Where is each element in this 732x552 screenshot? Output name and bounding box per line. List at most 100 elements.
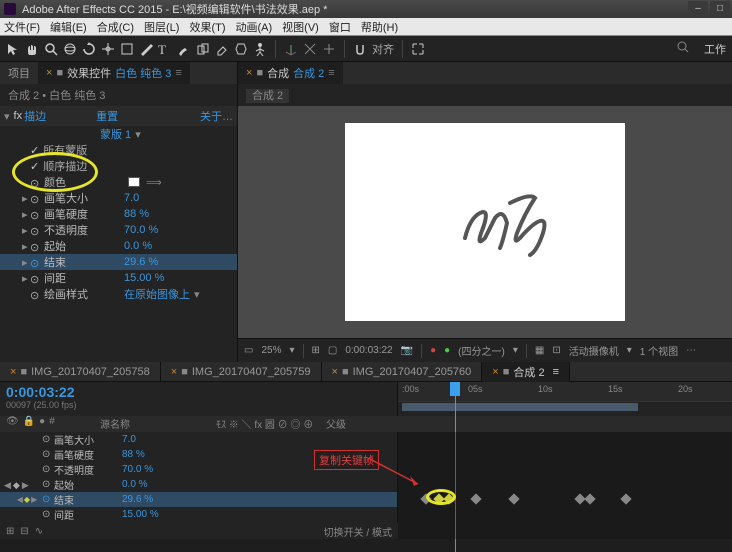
work-area-bar[interactable] [402,403,638,411]
pen-tool-icon[interactable] [139,42,153,56]
selection-tool-icon[interactable] [6,42,20,56]
workspace-label[interactable]: 工作 [704,41,726,57]
tl-tab-1[interactable]: ×■IMG_20170407_205759 [161,362,322,382]
menu-anim[interactable]: 动画(A) [236,19,273,35]
tl-tab-0[interactable]: ×■IMG_20170407_205758 [0,362,161,382]
roto-tool-icon[interactable] [234,42,248,56]
tab-menu-icon[interactable]: ≡ [175,67,181,79]
keyframe[interactable] [620,493,631,504]
orbit-tool-icon[interactable] [63,42,77,56]
brush-hard-val[interactable]: 88 % [124,208,149,220]
stopwatch-icon[interactable]: ⊙ [42,494,52,505]
stopwatch-icon[interactable]: ⊙ [42,479,52,490]
toggle-icon[interactable]: ⊞ [6,526,14,537]
vf-more-icon[interactable]: ⋯ [686,345,696,356]
axis3-icon[interactable] [322,42,336,56]
spacing-val[interactable]: 15.00 % [124,272,164,284]
stopwatch-icon[interactable]: ⊙ [42,434,52,445]
grid-icon[interactable]: ⊞ [312,345,320,356]
channel-icon[interactable]: ● [430,345,436,356]
toggle-switches[interactable]: 切换开关 / 模式 [324,524,392,539]
fit-icon[interactable]: ▭ [244,345,253,356]
brush-tool-icon[interactable] [177,42,191,56]
region-icon[interactable]: ⊡ [552,345,560,356]
view-icon[interactable]: ▦ [535,345,544,356]
zoom-value[interactable]: 25% [261,345,281,356]
mask-icon[interactable]: ▢ [328,345,337,356]
time-ruler[interactable]: :00s 05s 10s 15s 20s [398,382,732,402]
stopwatch-icon[interactable]: ⊙ [30,193,40,203]
color-swatch[interactable] [128,177,140,187]
anchor-tool-icon[interactable] [101,42,115,56]
keyframe[interactable] [470,493,481,504]
tab-composition[interactable]: × ■ 合成 合成 2 ≡ [238,62,343,84]
snapshot-icon[interactable]: 📷 [401,345,413,356]
time-display[interactable]: 0:00:03:22 [345,345,392,356]
viewer[interactable] [238,106,732,338]
snap-icon[interactable] [353,42,367,56]
paint-style-val[interactable]: 在原始图像上 [124,286,190,302]
menu-effect[interactable]: 效果(T) [189,19,225,35]
stopwatch-icon[interactable]: ⊙ [30,257,40,267]
menu-layer[interactable]: 图层(L) [144,19,179,35]
hand-tool-icon[interactable] [25,42,39,56]
menu-comp[interactable]: 合成(C) [97,19,134,35]
views-dropdown[interactable]: 1 个视图 [640,343,678,358]
timeline-tracks[interactable] [398,432,732,539]
res-dropdown[interactable]: (四分之一) [458,343,505,358]
menu-view[interactable]: 视图(V) [282,19,319,35]
minimize-button[interactable]: – [688,1,708,15]
text-tool-icon[interactable]: T [158,42,172,56]
stopwatch-icon[interactable]: ⊙ [42,449,52,460]
tab-project[interactable]: 项目 [0,62,38,84]
keyframe[interactable] [584,493,595,504]
menu-window[interactable]: 窗口 [329,19,351,35]
fx-header[interactable]: ▾ fx 描边 重置 关于… [0,106,237,126]
kf-nav[interactable]: ◀◆▶ [14,495,40,504]
camera-dropdown[interactable]: 活动摄像机 [569,343,619,358]
stopwatch-icon[interactable]: ⊙ [42,464,52,475]
current-time[interactable]: 0:00:03:22 [6,384,391,400]
menu-help[interactable]: 帮助(H) [361,19,398,35]
curve-icon[interactable]: ∿ [35,526,43,537]
stopwatch-icon[interactable]: ⊙ [30,289,40,299]
end-val[interactable]: 29.6 % [124,256,158,268]
graph-icon[interactable]: ⊟ [20,526,28,537]
clone-tool-icon[interactable] [196,42,210,56]
stopwatch-icon[interactable]: ⊙ [30,241,40,251]
zoom-tool-icon[interactable] [44,42,58,56]
comp-breadcrumb[interactable]: 合成 2 [238,84,732,106]
stopwatch-icon[interactable]: ⊙ [30,273,40,283]
col-source[interactable]: 源名称 [100,416,216,432]
stopwatch-icon[interactable]: ⊙ [30,209,40,219]
search-icon-box[interactable] [676,40,696,57]
keyframe[interactable] [508,493,519,504]
stopwatch-icon[interactable]: ⊙ [42,509,52,520]
tl-tab-2[interactable]: ×■IMG_20170407_205760 [322,362,483,382]
lock-col-icon[interactable]: 🔒 [23,416,35,432]
channel2-icon[interactable]: ● [444,345,450,356]
brush-size-val[interactable]: 7.0 [124,192,139,204]
eye-col-icon[interactable]: 👁 [6,416,19,432]
shape-tool-icon[interactable] [120,42,134,56]
paint-style-label: 绘画样式 [44,286,124,302]
reset-link[interactable]: 重置 [96,108,118,124]
menu-edit[interactable]: 编辑(E) [50,19,87,35]
rotate-tool-icon[interactable] [82,42,96,56]
about-link[interactable]: 关于… [200,108,233,124]
puppet-tool-icon[interactable] [253,42,267,56]
maximize-button[interactable]: □ [710,1,730,15]
tl-tab-3[interactable]: ×■合成 2≡ [482,362,570,382]
start-val[interactable]: 0.0 % [124,240,152,252]
menu-file[interactable]: 文件(F) [4,19,40,35]
axis-icon[interactable] [284,42,298,56]
eraser-tool-icon[interactable] [215,42,229,56]
expand-icon[interactable] [411,42,425,56]
menubar: 文件(F) 编辑(E) 合成(C) 图层(L) 效果(T) 动画(A) 视图(V… [0,18,732,36]
kf-nav-outer[interactable]: ◀◆▶ [4,480,29,491]
axis2-icon[interactable] [303,42,317,56]
cti-head-icon[interactable] [450,382,460,396]
tab-effect-controls[interactable]: × ■ 效果控件 白色 纯色 3 ≡ [38,62,190,84]
opacity-val[interactable]: 70.0 % [124,224,158,236]
stopwatch-icon[interactable]: ⊙ [30,225,40,235]
